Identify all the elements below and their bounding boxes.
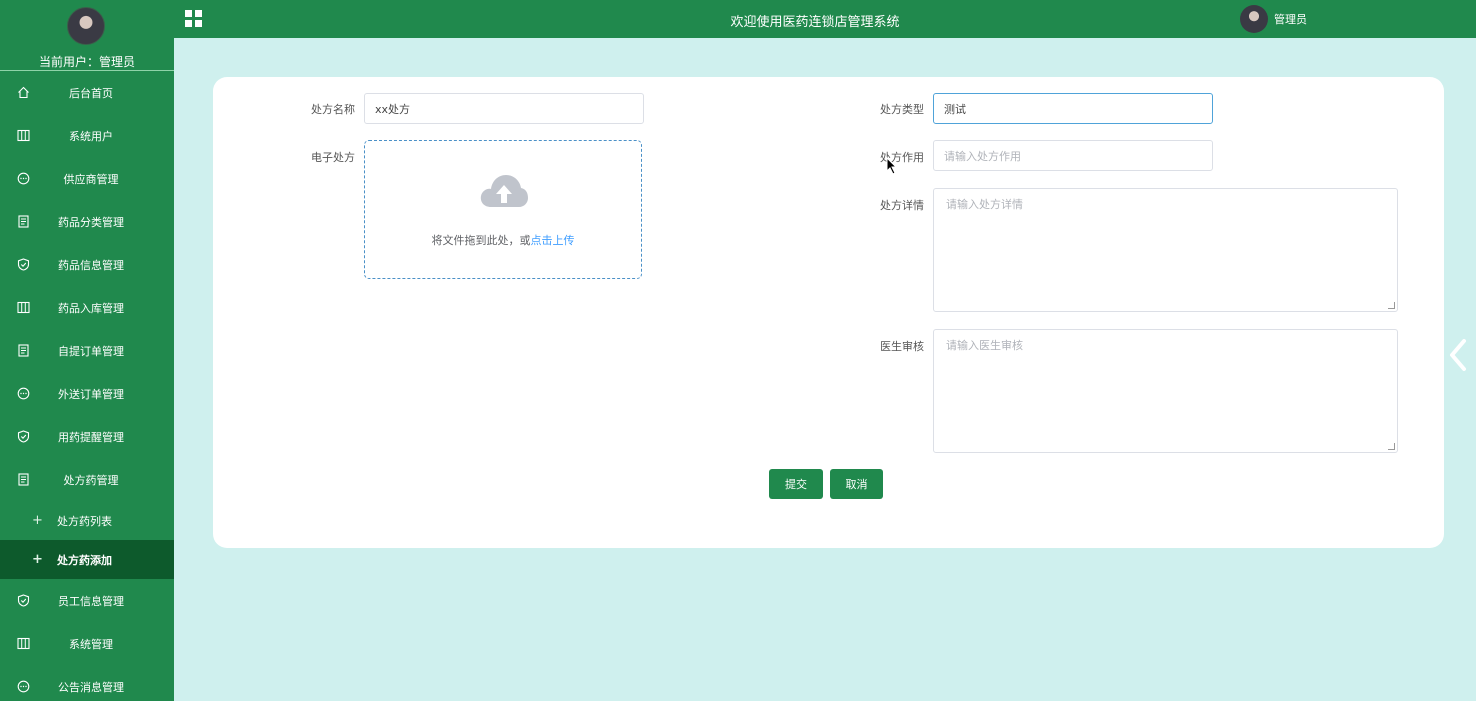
- sidebar: 当前用户：管理员 后台首页系统用户供应商管理药品分类管理 药品信息管理 药品入库管理…: [0, 0, 174, 701]
- sidebar-item[interactable]: 公告消息管理: [0, 665, 174, 701]
- form-card: 处方名称 xx处方 处方类型 测试 电子处方 将文件拖到此处，或点击上传 处方作…: [213, 77, 1444, 548]
- sidebar-item-label: 系统管理: [69, 637, 113, 651]
- file-label: 电子处方: [311, 151, 355, 164]
- plus-icon: +: [32, 513, 43, 528]
- avatar: [1240, 5, 1268, 33]
- sidebar-item[interactable]: 系统管理: [0, 622, 174, 665]
- topbar-username: 管理员: [1274, 13, 1307, 26]
- sidebar-item[interactable]: 处方药管理: [0, 458, 174, 501]
- mouse-cursor-icon: [886, 157, 898, 175]
- sidebar-item[interactable]: 外送订单管理: [0, 372, 174, 415]
- sidebar-item-label: 用药提醒管理: [58, 430, 124, 444]
- detail-placeholder: 请输入处方详情: [946, 198, 1023, 211]
- sidebar-item-label: 供应商管理: [63, 172, 119, 186]
- sidebar-item[interactable]: 药品信息管理: [0, 243, 174, 286]
- sidebar-item-label: 公告消息管理: [58, 680, 124, 694]
- sidebar-item[interactable]: 供应商管理: [0, 157, 174, 200]
- sidebar-subitem-label: 处方药列表: [57, 514, 112, 528]
- sidebar-item[interactable]: 药品入库管理: [0, 286, 174, 329]
- cancel-button[interactable]: 取消: [830, 469, 883, 499]
- sidebar-item[interactable]: 员工信息管理: [0, 579, 174, 622]
- sidebar-item-label: 药品信息管理: [58, 258, 124, 272]
- sidebar-subitem-label: 处方药添加: [57, 553, 112, 567]
- upload-link[interactable]: 点击上传: [531, 234, 575, 247]
- sidebar-item-label: 后台首页: [69, 86, 113, 100]
- detail-textarea[interactable]: 请输入处方详情: [933, 188, 1398, 312]
- sidebar-item-label: 处方药管理: [63, 473, 119, 487]
- topbar-user[interactable]: 管理员: [1240, 4, 1307, 34]
- top-bar: 欢迎使用医药连锁店管理系统 管理员: [174, 0, 1476, 38]
- avatar[interactable]: [67, 7, 105, 45]
- type-input[interactable]: 测试: [933, 93, 1213, 124]
- review-placeholder: 请输入医生审核: [946, 339, 1023, 352]
- upload-hint-text: 将文件拖到此处，或: [431, 234, 531, 247]
- sidebar-subitem[interactable]: + 处方药添加: [0, 540, 174, 579]
- current-user-label: 当前用户：管理员: [38, 55, 135, 69]
- cloud-upload-icon: [480, 175, 528, 207]
- resize-handle-icon[interactable]: [1388, 302, 1395, 309]
- upload-hint: 将文件拖到此处，或点击上传: [365, 232, 641, 248]
- resize-handle-icon[interactable]: [1388, 443, 1395, 450]
- sidebar-item[interactable]: 后台首页: [0, 71, 174, 114]
- sidebar-menu: 后台首页系统用户供应商管理药品分类管理 药品信息管理 药品入库管理 自提订单管理 外送订…: [0, 71, 174, 701]
- effect-input[interactable]: 请输入处方作用: [933, 140, 1213, 171]
- sidebar-item-label: 系统用户: [69, 129, 113, 143]
- upload-dropzone[interactable]: 将文件拖到此处，或点击上传: [364, 140, 642, 279]
- sidebar-item-label: 药品入库管理: [58, 301, 124, 315]
- sidebar-item-label: 外送订单管理: [58, 387, 124, 401]
- sidebar-user-panel: 当前用户：管理员: [0, 0, 174, 71]
- review-textarea[interactable]: 请输入医生审核: [933, 329, 1398, 453]
- detail-label: 处方详情: [880, 199, 924, 212]
- sidebar-item[interactable]: 自提订单管理: [0, 329, 174, 372]
- sidebar-item[interactable]: 药品分类管理: [0, 200, 174, 243]
- sidebar-item[interactable]: 系统用户: [0, 114, 174, 157]
- type-label: 处方类型: [880, 103, 924, 116]
- sidebar-subitem[interactable]: + 处方药列表: [0, 501, 174, 540]
- chevron-left-icon[interactable]: [1446, 337, 1470, 373]
- sidebar-item-label: 自提订单管理: [58, 344, 124, 358]
- review-label: 医生审核: [880, 340, 924, 353]
- sidebar-item[interactable]: 用药提醒管理: [0, 415, 174, 458]
- sidebar-item-label: 药品分类管理: [58, 215, 124, 229]
- sidebar-item-label: 员工信息管理: [58, 594, 124, 608]
- name-input[interactable]: xx处方: [364, 93, 644, 124]
- submit-button[interactable]: 提交: [769, 469, 823, 499]
- name-label: 处方名称: [311, 103, 355, 116]
- plus-icon: +: [32, 552, 43, 567]
